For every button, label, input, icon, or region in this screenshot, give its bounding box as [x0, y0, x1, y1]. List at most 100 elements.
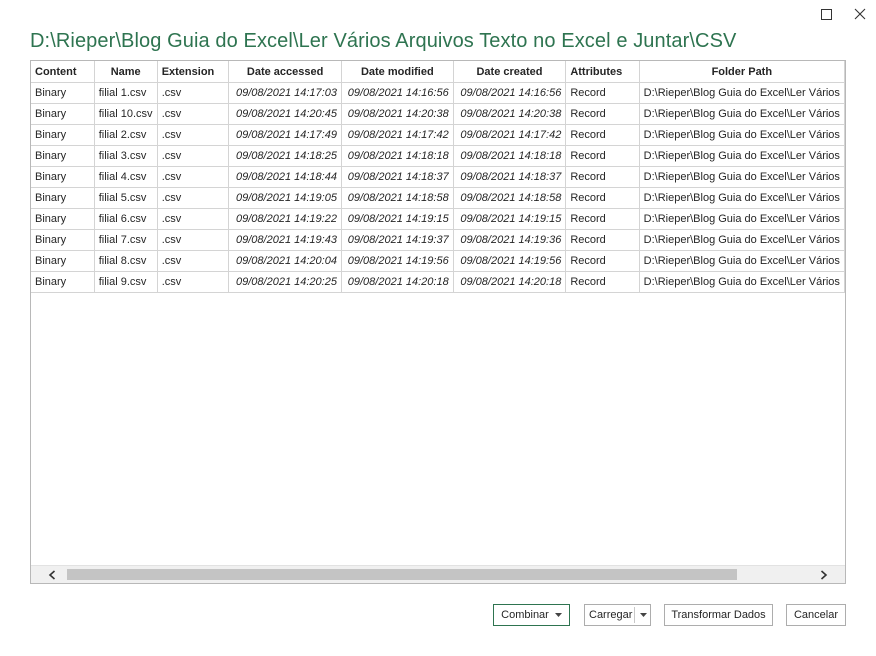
- chevron-left-icon[interactable]: [45, 568, 59, 581]
- table-cell[interactable]: 09/08/2021 14:18:58: [453, 187, 567, 209]
- table-cell[interactable]: 09/08/2021 14:18:44: [228, 166, 342, 188]
- table-cell[interactable]: D:\Rieper\Blog Guia do Excel\Ler Vários: [639, 145, 845, 167]
- table-cell[interactable]: 09/08/2021 14:18:58: [341, 187, 454, 209]
- table-cell[interactable]: Binary: [31, 208, 95, 230]
- table-cell[interactable]: Record: [565, 82, 640, 104]
- table-cell[interactable]: 09/08/2021 14:19:56: [453, 250, 567, 272]
- column-header[interactable]: Content: [31, 61, 95, 83]
- table-cell[interactable]: 09/08/2021 14:17:42: [453, 124, 567, 146]
- table-cell[interactable]: 09/08/2021 14:18:25: [228, 145, 342, 167]
- table-row[interactable]: Binary filial 4.csv .csv 09/08/2021 14:18:4…: [31, 166, 845, 188]
- table-cell[interactable]: Binary: [31, 82, 95, 104]
- table-cell[interactable]: Record: [565, 145, 640, 167]
- combinar-button[interactable]: Combinar: [493, 604, 570, 626]
- table-cell[interactable]: 09/08/2021 14:18:18: [453, 145, 567, 167]
- table-cell[interactable]: filial 2.csv: [94, 124, 158, 146]
- table-cell[interactable]: Binary: [31, 229, 95, 251]
- table-cell[interactable]: 09/08/2021 14:20:38: [453, 103, 567, 125]
- table-cell[interactable]: D:\Rieper\Blog Guia do Excel\Ler Vários: [639, 271, 845, 293]
- table-cell[interactable]: D:\Rieper\Blog Guia do Excel\Ler Vários: [639, 250, 845, 272]
- table-cell[interactable]: D:\Rieper\Blog Guia do Excel\Ler Vários: [639, 229, 845, 251]
- table-row[interactable]: Binary filial 1.csv .csv 09/08/2021 14:17:0…: [31, 82, 845, 104]
- table-cell[interactable]: 09/08/2021 14:20:25: [228, 271, 342, 293]
- table-row[interactable]: Binary filial 5.csv .csv 09/08/2021 14:19:0…: [31, 187, 845, 209]
- table-cell[interactable]: 09/08/2021 14:19:56: [341, 250, 454, 272]
- table-cell[interactable]: Record: [565, 208, 640, 230]
- table-row[interactable]: Binary filial 6.csv .csv 09/08/2021 14:19:2…: [31, 208, 845, 230]
- column-header[interactable]: Date modified: [341, 61, 454, 83]
- table-cell[interactable]: Record: [565, 166, 640, 188]
- table-cell[interactable]: .csv: [157, 271, 230, 293]
- maximize-icon[interactable]: [818, 6, 834, 22]
- column-header[interactable]: Date created: [453, 61, 567, 83]
- table-cell[interactable]: 09/08/2021 14:19:36: [453, 229, 567, 251]
- table-cell[interactable]: filial 5.csv: [94, 187, 158, 209]
- table-cell[interactable]: 09/08/2021 14:16:56: [453, 82, 567, 104]
- table-cell[interactable]: filial 3.csv: [94, 145, 158, 167]
- column-header[interactable]: Name: [94, 61, 158, 83]
- table-cell[interactable]: .csv: [157, 229, 230, 251]
- close-icon[interactable]: [852, 6, 868, 22]
- table-cell[interactable]: Record: [565, 124, 640, 146]
- table-cell[interactable]: .csv: [157, 145, 230, 167]
- table-cell[interactable]: Binary: [31, 145, 95, 167]
- table-row[interactable]: Binary filial 8.csv .csv 09/08/2021 14:20:0…: [31, 250, 845, 272]
- table-cell[interactable]: .csv: [157, 124, 230, 146]
- column-header[interactable]: Folder Path: [639, 61, 845, 83]
- table-cell[interactable]: Binary: [31, 124, 95, 146]
- table-cell[interactable]: Record: [565, 187, 640, 209]
- table-cell[interactable]: .csv: [157, 103, 230, 125]
- table-cell[interactable]: 09/08/2021 14:20:18: [453, 271, 567, 293]
- cancelar-button[interactable]: Cancelar: [786, 604, 846, 626]
- table-cell[interactable]: D:\Rieper\Blog Guia do Excel\Ler Vários: [639, 208, 845, 230]
- table-cell[interactable]: 09/08/2021 14:17:49: [228, 124, 342, 146]
- table-cell[interactable]: filial 8.csv: [94, 250, 158, 272]
- table-cell[interactable]: Binary: [31, 166, 95, 188]
- table-cell[interactable]: Binary: [31, 103, 95, 125]
- caret-down-icon[interactable]: [635, 605, 651, 625]
- table-cell[interactable]: Binary: [31, 187, 95, 209]
- table-cell[interactable]: 09/08/2021 14:18:18: [341, 145, 454, 167]
- chevron-right-icon[interactable]: [817, 568, 831, 581]
- table-row[interactable]: Binary filial 9.csv .csv 09/08/2021 14:20:2…: [31, 271, 845, 293]
- table-cell[interactable]: 09/08/2021 14:20:04: [228, 250, 342, 272]
- table-cell[interactable]: filial 9.csv: [94, 271, 158, 293]
- table-cell[interactable]: 09/08/2021 14:20:38: [341, 103, 454, 125]
- table-row[interactable]: Binary filial 7.csv .csv 09/08/2021 14:19:4…: [31, 229, 845, 251]
- table-cell[interactable]: 09/08/2021 14:19:15: [341, 208, 454, 230]
- table-cell[interactable]: D:\Rieper\Blog Guia do Excel\Ler Vários: [639, 103, 845, 125]
- table-cell[interactable]: 09/08/2021 14:16:56: [341, 82, 454, 104]
- table-cell[interactable]: filial 10.csv: [94, 103, 158, 125]
- table-cell[interactable]: filial 7.csv: [94, 229, 158, 251]
- table-cell[interactable]: Record: [565, 229, 640, 251]
- transformar-dados-button[interactable]: Transformar Dados: [664, 604, 773, 626]
- table-cell[interactable]: 09/08/2021 14:19:15: [453, 208, 567, 230]
- table-cell[interactable]: filial 6.csv: [94, 208, 158, 230]
- column-header[interactable]: Date accessed: [228, 61, 342, 83]
- table-row[interactable]: Binary filial 2.csv .csv 09/08/2021 14:17:4…: [31, 124, 845, 146]
- table-cell[interactable]: 09/08/2021 14:20:18: [341, 271, 454, 293]
- column-header[interactable]: Attributes: [565, 61, 640, 83]
- table-cell[interactable]: 09/08/2021 14:17:42: [341, 124, 454, 146]
- table-cell[interactable]: 09/08/2021 14:20:45: [228, 103, 342, 125]
- table-cell[interactable]: .csv: [157, 208, 230, 230]
- table-cell[interactable]: D:\Rieper\Blog Guia do Excel\Ler Vários: [639, 82, 845, 104]
- carregar-button[interactable]: Carregar: [584, 604, 651, 626]
- table-cell[interactable]: .csv: [157, 187, 230, 209]
- table-cell[interactable]: D:\Rieper\Blog Guia do Excel\Ler Vários: [639, 166, 845, 188]
- table-cell[interactable]: 09/08/2021 14:18:37: [341, 166, 454, 188]
- table-cell[interactable]: Binary: [31, 250, 95, 272]
- table-row[interactable]: Binary filial 10.csv .csv 09/08/2021 14:20:…: [31, 103, 845, 125]
- table-cell[interactable]: .csv: [157, 250, 230, 272]
- table-cell[interactable]: 09/08/2021 14:19:43: [228, 229, 342, 251]
- table-cell[interactable]: Binary: [31, 271, 95, 293]
- table-cell[interactable]: .csv: [157, 82, 230, 104]
- table-cell[interactable]: 09/08/2021 14:19:22: [228, 208, 342, 230]
- table-cell[interactable]: 09/08/2021 14:18:37: [453, 166, 567, 188]
- table-cell[interactable]: 09/08/2021 14:19:37: [341, 229, 454, 251]
- table-cell[interactable]: Record: [565, 103, 640, 125]
- table-cell[interactable]: D:\Rieper\Blog Guia do Excel\Ler Vários: [639, 124, 845, 146]
- table-cell[interactable]: Record: [565, 271, 640, 293]
- table-cell[interactable]: 09/08/2021 14:19:05: [228, 187, 342, 209]
- table-cell[interactable]: 09/08/2021 14:17:03: [228, 82, 342, 104]
